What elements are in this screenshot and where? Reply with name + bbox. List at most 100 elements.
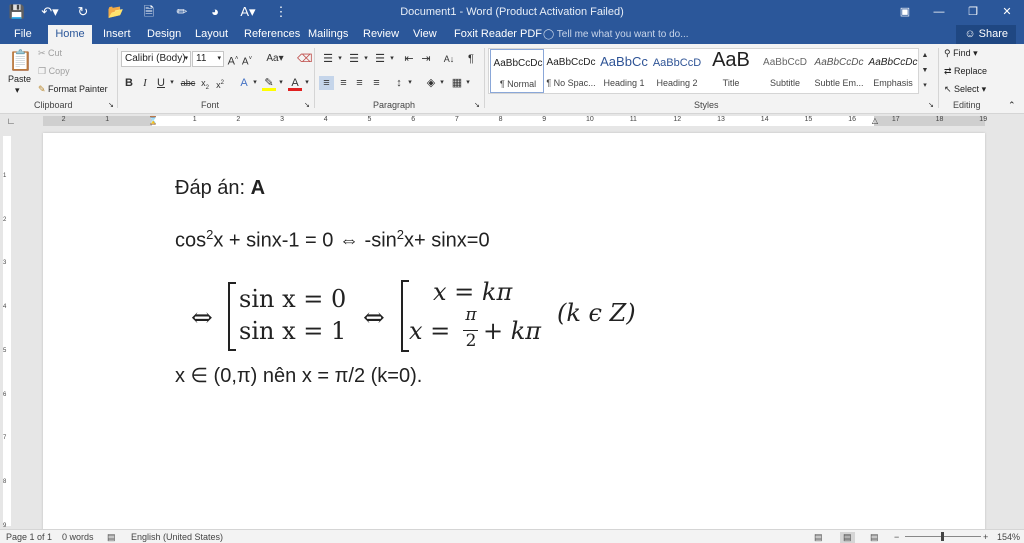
bold-icon[interactable]: B	[124, 76, 134, 90]
paste-dropdown-icon[interactable]: ▾	[15, 85, 20, 96]
tab-references[interactable]: References	[238, 25, 306, 44]
tab-view[interactable]: View	[407, 25, 443, 44]
style-title[interactable]: AaB Title	[704, 49, 758, 93]
indent-marker-icon[interactable]: ⌛	[148, 114, 158, 128]
font-name-select[interactable]: Calibri (Body) ▾	[121, 51, 191, 67]
paragraph-launcher-icon[interactable]: ↘	[474, 101, 480, 109]
shading-dropdown-icon[interactable]: ▾	[438, 76, 446, 90]
format-painter-button[interactable]: ✎ Format Painter	[38, 84, 108, 95]
style-subtitle[interactable]: AaBbCcD Subtitle	[758, 49, 812, 93]
style-heading-1[interactable]: AaBbCc Heading 1	[597, 49, 651, 93]
clipboard-launcher-icon[interactable]: ↘	[108, 101, 114, 109]
select-button[interactable]: ↖ Select ▾	[944, 84, 986, 95]
bullets-dropdown-icon[interactable]: ▾	[336, 52, 344, 66]
borders-dropdown-icon[interactable]: ▾	[464, 76, 472, 90]
line-spacing-dropdown-icon[interactable]: ▾	[406, 76, 414, 90]
style-subtle-emphasis[interactable]: AaBbCcDc Subtle Em...	[812, 49, 866, 93]
vertical-ruler[interactable]: 1 2 3 4 5 6 7 8 9	[0, 128, 14, 529]
style-normal[interactable]: AaBbCcDc ¶ Normal	[490, 49, 544, 93]
tab-insert[interactable]: Insert	[97, 25, 137, 44]
word-count[interactable]: 0 words	[62, 532, 94, 542]
web-layout-icon[interactable]: ▤	[870, 532, 879, 543]
document-page[interactable]: Đáp án: A cos2x + sinx-1 = 0 ⇔ -sin2x+ s…	[43, 133, 985, 531]
shrink-font-icon[interactable]: A˅	[241, 52, 253, 67]
print-layout-icon[interactable]: ▤	[840, 532, 855, 543]
show-formatting-icon[interactable]: ¶	[465, 52, 477, 66]
replace-button[interactable]: ⇄ Replace	[944, 66, 987, 77]
multilevel-list-icon[interactable]: ☰	[372, 52, 388, 66]
vertical-ruler-number: 2	[3, 216, 7, 223]
find-button[interactable]: ⚲ Find ▾	[944, 48, 978, 59]
font-launcher-icon[interactable]: ↘	[304, 101, 310, 109]
right-indent-marker-icon[interactable]: △	[870, 114, 880, 128]
styles-gallery: AaBbCcDc ¶ Normal AaBbCcDc ¶ No Spac... …	[488, 48, 919, 94]
highlight-dropdown-icon[interactable]: ▾	[277, 76, 285, 90]
horizontal-ruler[interactable]: ∟ 2 1 1 2 3 4 5 6 7 8 9 10 11 12 13 14 15 16 17 18 19 ⌛ △	[0, 114, 1024, 128]
align-left-icon[interactable]: ≡	[319, 76, 334, 90]
tab-selector-icon[interactable]: ∟	[5, 114, 17, 128]
align-center-icon[interactable]: ≡	[336, 76, 351, 90]
tab-file[interactable]: File	[8, 25, 38, 44]
styles-more-icon[interactable]: ▾	[920, 79, 930, 93]
style-emphasis[interactable]: AaBbCcDc Emphasis	[866, 49, 920, 93]
zoom-level[interactable]: 154%	[997, 532, 1020, 542]
change-case-icon[interactable]: Aa▾	[264, 52, 286, 66]
font-color-icon[interactable]: A	[288, 76, 302, 91]
ribbon-display-icon[interactable]: ▣	[888, 0, 922, 25]
minimize-icon[interactable]: —	[922, 0, 956, 25]
share-button[interactable]: ☺ Share	[956, 25, 1016, 44]
style-no-spacing[interactable]: AaBbCcDc ¶ No Spac...	[544, 49, 598, 93]
style-heading-2[interactable]: AaBbCcD Heading 2	[650, 49, 704, 93]
clear-formatting-icon[interactable]: ⌫	[297, 52, 313, 66]
font-color-dropdown-icon[interactable]: ▾	[303, 76, 311, 90]
line-spacing-icon[interactable]: ↕	[392, 76, 406, 90]
justify-icon[interactable]: ≡	[369, 76, 384, 90]
styles-scroll-down-icon[interactable]: ▼	[920, 64, 930, 78]
multilevel-dropdown-icon[interactable]: ▾	[388, 52, 396, 66]
close-icon[interactable]: ✕	[990, 0, 1024, 25]
italic-icon[interactable]: I	[140, 76, 150, 90]
cut-button[interactable]: ✂ Cut	[38, 48, 62, 59]
subscript-icon[interactable]: x2	[199, 76, 211, 91]
tab-foxit-reader-pdf[interactable]: Foxit Reader PDF	[448, 25, 548, 44]
align-right-icon[interactable]: ≡	[352, 76, 367, 90]
shading-icon[interactable]: ◈	[424, 76, 438, 90]
read-mode-icon[interactable]: ▤	[814, 532, 823, 543]
tell-me-box[interactable]: ◯ Tell me what you want to do...	[543, 25, 689, 44]
collapse-ribbon-icon[interactable]: ⌃	[1008, 100, 1016, 111]
zoom-slider-thumb[interactable]	[941, 532, 944, 541]
copy-button[interactable]: ❐ Copy	[38, 66, 70, 77]
styles-scroll-up-icon[interactable]: ▲	[920, 49, 930, 63]
paste-button[interactable]: Paste	[8, 74, 31, 84]
superscript-icon[interactable]: x2	[214, 76, 226, 90]
styles-launcher-icon[interactable]: ↘	[928, 101, 934, 109]
page-count[interactable]: Page 1 of 1	[6, 532, 52, 542]
sort-icon[interactable]: A↓	[442, 52, 456, 66]
tab-home[interactable]: Home	[48, 25, 92, 44]
bullets-icon[interactable]: ☰	[320, 52, 336, 66]
numbering-dropdown-icon[interactable]: ▾	[362, 52, 370, 66]
text-effects-icon[interactable]: A	[237, 76, 251, 90]
underline-dropdown-icon[interactable]: ▾	[168, 76, 176, 90]
highlight-icon[interactable]: ✎	[262, 76, 276, 91]
font-size-select[interactable]: 11 ▾	[192, 51, 224, 67]
text-effects-dropdown-icon[interactable]: ▾	[251, 76, 259, 90]
tab-layout[interactable]: Layout	[189, 25, 234, 44]
zoom-out-icon[interactable]: −	[894, 532, 899, 542]
paste-icon[interactable]: 📋	[8, 48, 33, 74]
strikethrough-icon[interactable]: abc	[180, 76, 196, 90]
tab-design[interactable]: Design	[141, 25, 187, 44]
tab-mailings[interactable]: Mailings	[302, 25, 354, 44]
proofing-icon[interactable]: ▤	[107, 532, 116, 543]
underline-icon[interactable]: U	[156, 76, 166, 90]
answer-label: Đáp án:	[175, 177, 251, 199]
increase-indent-icon[interactable]: ⇥	[419, 52, 433, 66]
language-indicator[interactable]: English (United States)	[131, 532, 223, 542]
borders-icon[interactable]: ▦	[450, 76, 464, 90]
tab-review[interactable]: Review	[357, 25, 405, 44]
grow-font-icon[interactable]: A˄	[227, 52, 239, 68]
restore-icon[interactable]: ❐	[956, 0, 990, 25]
decrease-indent-icon[interactable]: ⇤	[402, 52, 416, 66]
zoom-in-icon[interactable]: +	[983, 532, 988, 542]
numbering-icon[interactable]: ☰	[346, 52, 362, 66]
